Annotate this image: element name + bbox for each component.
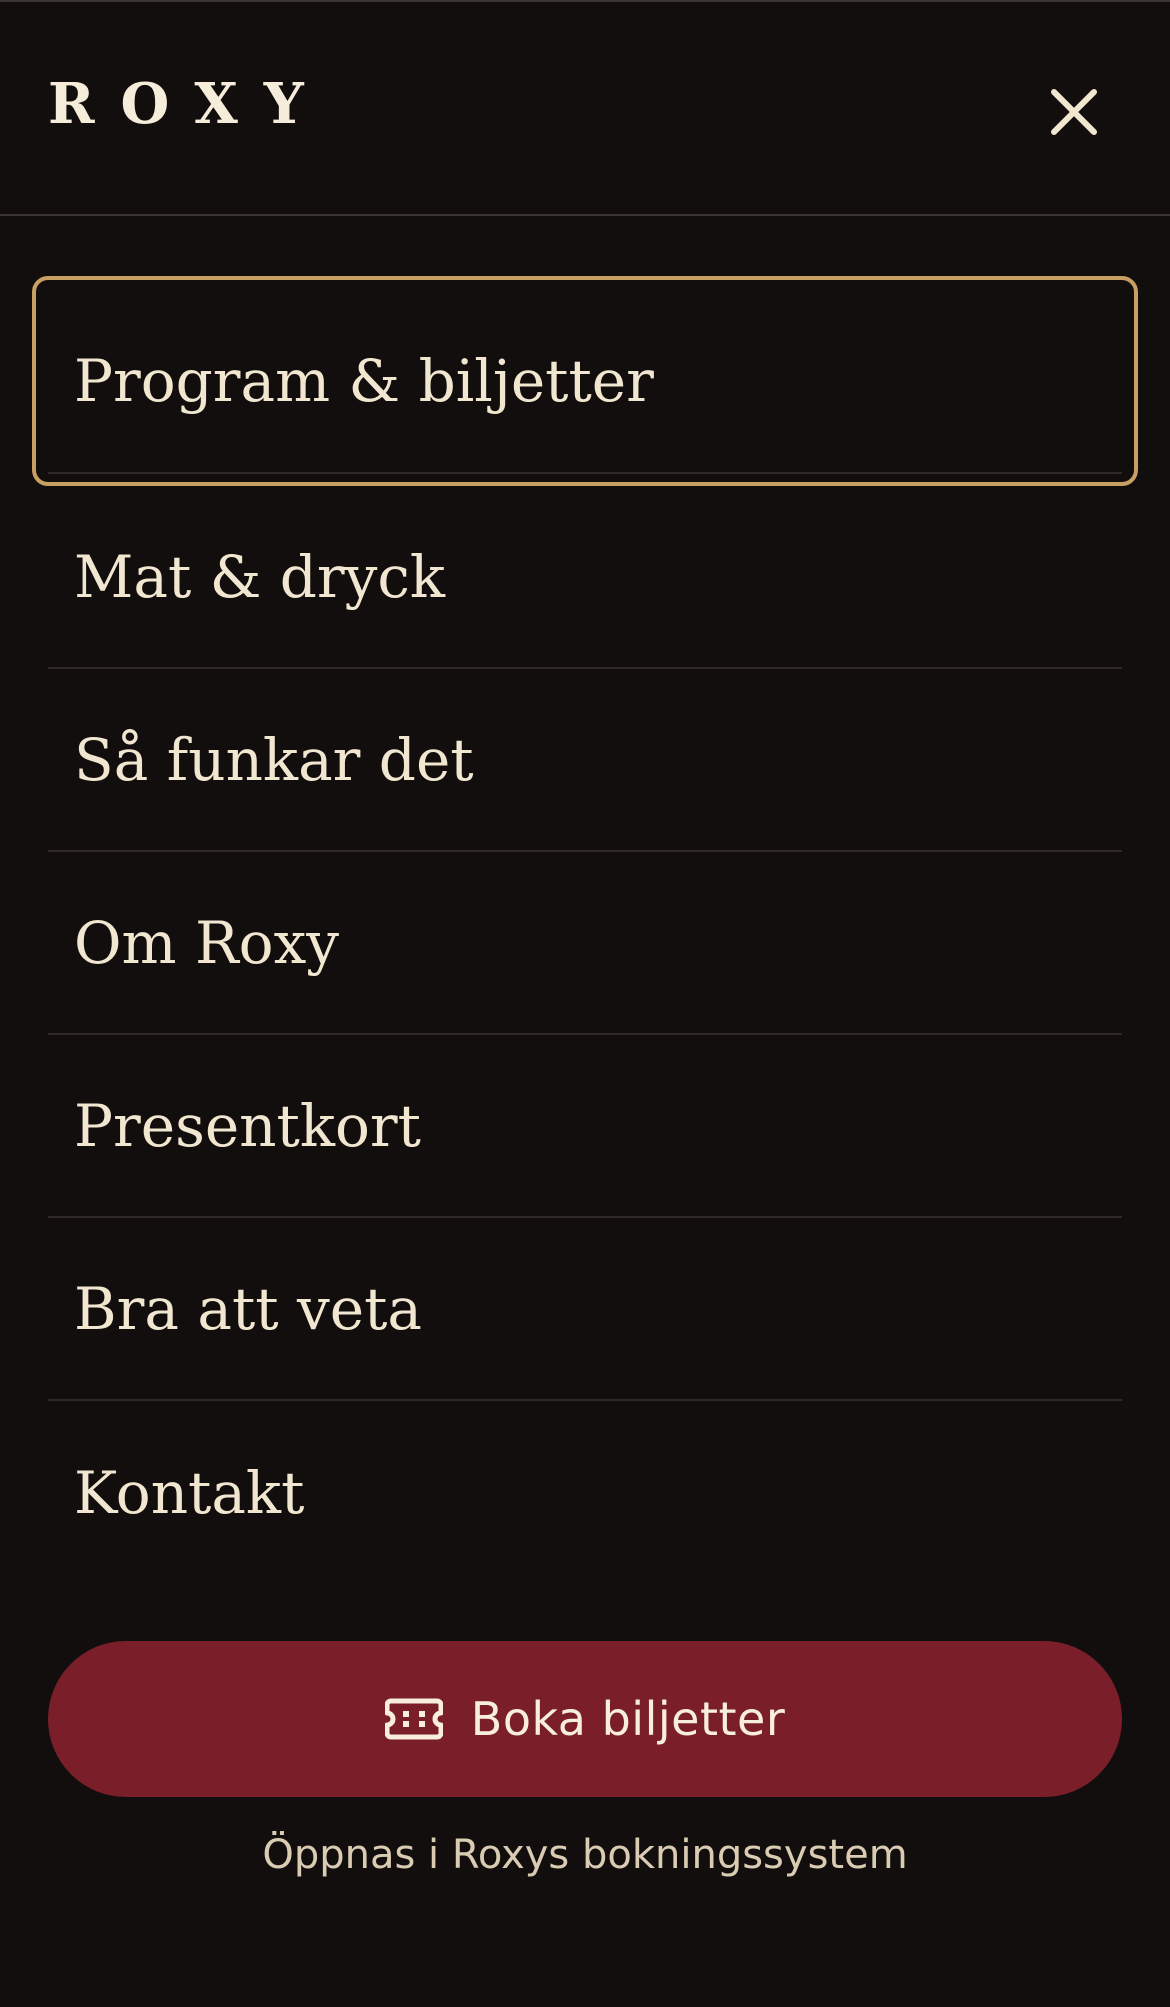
main-menu: Program & biljetter Mat & dryck Så funka… bbox=[32, 276, 1138, 1584]
roxy-logo[interactable]: ROXY bbox=[48, 64, 330, 144]
ticket-icon bbox=[384, 1698, 443, 1740]
close-menu-button[interactable] bbox=[1038, 76, 1110, 148]
menu-item-label: Presentkort bbox=[74, 1091, 421, 1160]
menu-item-sa-funkar-det[interactable]: Så funkar det bbox=[48, 669, 1122, 852]
menu-item-presentkort[interactable]: Presentkort bbox=[48, 1035, 1122, 1218]
menu-item-om-roxy[interactable]: Om Roxy bbox=[48, 852, 1122, 1035]
menu-item-label: Kontakt bbox=[74, 1458, 305, 1527]
book-tickets-label: Boka biljetter bbox=[470, 1692, 786, 1746]
menu-item-program-biljetter[interactable]: Program & biljetter bbox=[32, 276, 1138, 486]
site-header: ROXY bbox=[0, 2, 1170, 216]
booking-system-note: Öppnas i Roxys bokningssystem bbox=[262, 1832, 908, 1878]
menu-item-label: Mat & dryck bbox=[74, 542, 446, 611]
menu-item-bra-att-veta[interactable]: Bra att veta bbox=[48, 1218, 1122, 1401]
menu-item-label: Så funkar det bbox=[74, 725, 474, 794]
book-tickets-button[interactable]: Boka biljetter bbox=[48, 1641, 1122, 1797]
close-icon bbox=[1051, 89, 1097, 135]
menu-item-label: Om Roxy bbox=[74, 908, 340, 977]
menu-item-label: Program & biljetter bbox=[74, 347, 654, 415]
menu-item-label: Bra att veta bbox=[74, 1274, 422, 1343]
menu-item-kontakt[interactable]: Kontakt bbox=[48, 1401, 1122, 1584]
menu-item-mat-dryck[interactable]: Mat & dryck bbox=[48, 486, 1122, 669]
